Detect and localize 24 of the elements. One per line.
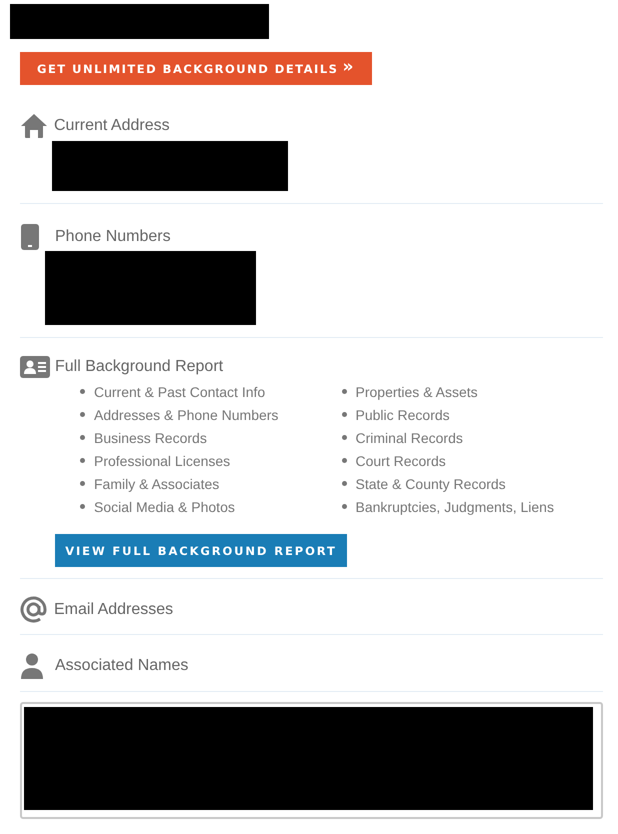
list-item: Business Records xyxy=(94,430,207,446)
list-item: Court Records xyxy=(356,452,446,468)
list-item: Public Records xyxy=(356,406,450,422)
list-item: Addresses & Phone Numbers xyxy=(94,406,278,422)
at-sign-icon xyxy=(20,596,47,623)
section-title: Current Address xyxy=(54,117,170,135)
person-icon xyxy=(20,653,44,679)
phone-icon xyxy=(20,224,40,250)
list-item: Current & Past Contact Info xyxy=(94,384,266,400)
list-item: Family & Associates xyxy=(94,476,220,492)
section-title: Associated Names xyxy=(55,657,188,675)
list-item: Social Media & Photos xyxy=(94,498,235,514)
section-title: Email Addresses xyxy=(54,600,174,618)
section-title: Phone Numbers xyxy=(55,228,171,246)
list-item: Properties & Assets xyxy=(356,384,478,400)
list-item: Bankruptcies, Judgments, Liens xyxy=(356,498,554,514)
id-card-icon xyxy=(20,356,50,378)
home-icon xyxy=(20,113,48,139)
view-report-button[interactable]: VIEW FULL BACKGROUND REPORT xyxy=(55,534,347,567)
list-item: Criminal Records xyxy=(356,430,463,446)
section-title: Full Background Report xyxy=(55,358,224,376)
list-item: Professional Licenses xyxy=(94,452,230,468)
list-item: State & County Records xyxy=(356,476,506,492)
upgrade-button[interactable]: GET UNLIMITED BACKGROUND DETAILS » xyxy=(20,52,372,85)
